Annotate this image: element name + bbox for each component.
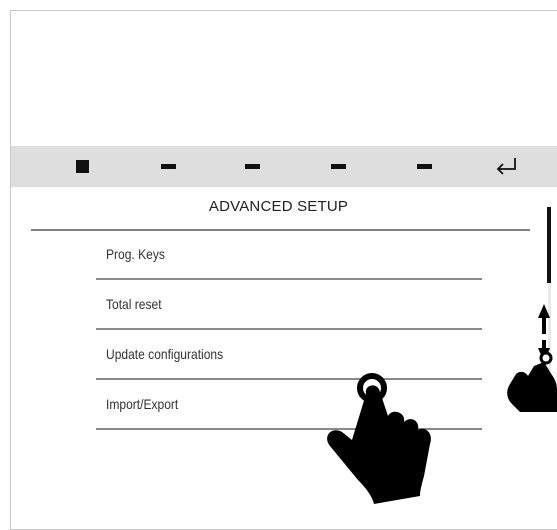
dash-icon bbox=[416, 164, 432, 169]
stop-icon bbox=[75, 160, 89, 173]
toolbar-button-3[interactable] bbox=[308, 146, 368, 187]
menu-item-prog-keys[interactable]: Prog. Keys bbox=[96, 232, 482, 280]
dash-icon bbox=[330, 164, 346, 169]
return-button[interactable] bbox=[476, 146, 536, 187]
toolbar-button-2[interactable] bbox=[222, 146, 282, 187]
dash-icon bbox=[244, 164, 260, 169]
menu-item-total-reset[interactable]: Total reset bbox=[96, 282, 482, 330]
toolbar-button-1[interactable] bbox=[138, 146, 198, 187]
stop-button[interactable] bbox=[52, 146, 112, 187]
dash-icon bbox=[160, 164, 176, 169]
hand-tap-icon bbox=[327, 373, 431, 504]
top-toolbar bbox=[11, 146, 557, 187]
menu-item-label: Update configurations bbox=[106, 346, 224, 362]
title-divider bbox=[31, 229, 530, 231]
menu-item-label: Prog. Keys bbox=[106, 246, 165, 262]
return-arrow-icon bbox=[496, 157, 516, 175]
page-title: ADVANCED SETUP bbox=[208, 198, 349, 215]
toolbar-button-4[interactable] bbox=[394, 146, 454, 187]
hand-swipe-vertical-icon bbox=[507, 304, 557, 412]
scrollbar-thumb[interactable] bbox=[547, 207, 551, 283]
menu-item-label: Import/Export bbox=[106, 396, 179, 412]
menu-item-label: Total reset bbox=[106, 296, 162, 312]
